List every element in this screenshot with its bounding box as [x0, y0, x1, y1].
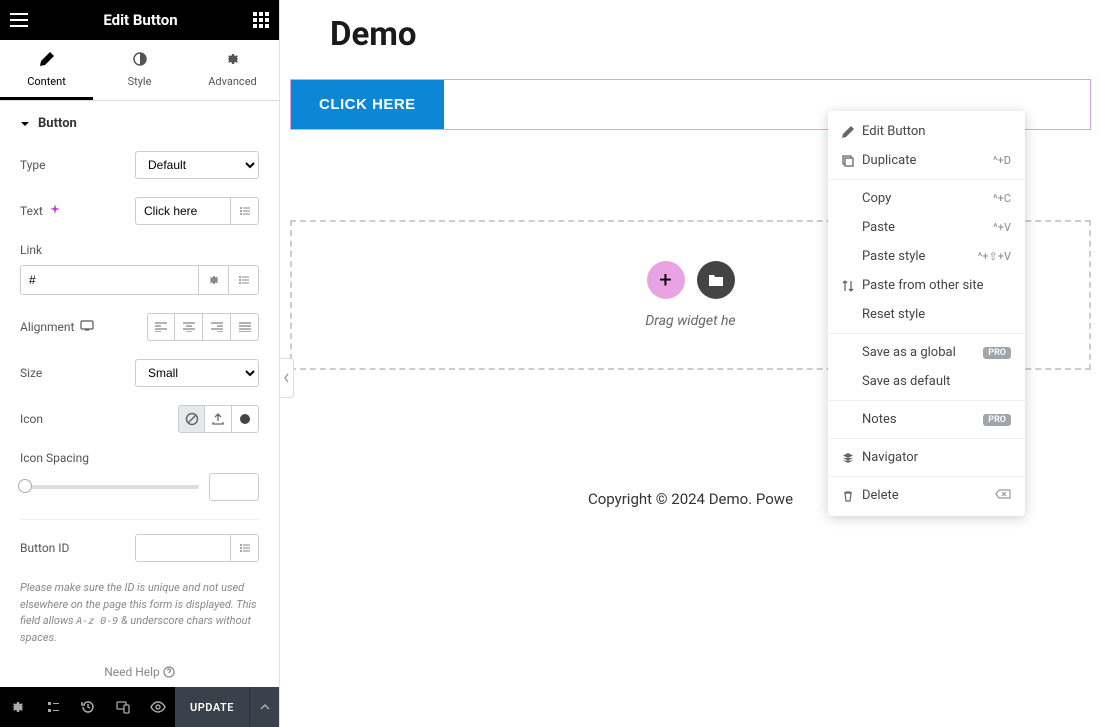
control-button-id: Button ID — [20, 534, 259, 562]
type-select[interactable]: Default — [135, 151, 259, 179]
icon-spacing-slider[interactable] — [20, 485, 199, 489]
collapse-sidebar-button[interactable] — [280, 358, 294, 398]
update-button[interactable]: UPDATE — [175, 687, 249, 727]
ctx-edit-button[interactable]: Edit Button — [828, 117, 1025, 146]
control-icon-spacing: Icon Spacing — [20, 451, 259, 501]
ctx-copy[interactable]: Copy ^+C — [828, 184, 1025, 213]
pro-badge: PRO — [983, 347, 1011, 359]
section-header-button[interactable]: Button — [20, 116, 259, 131]
ctx-paste-other[interactable]: Paste from other site — [828, 271, 1025, 300]
link-options-icon[interactable] — [199, 265, 229, 295]
align-center-button[interactable] — [175, 313, 203, 341]
link-label: Link — [20, 243, 259, 257]
template-library-button[interactable] — [697, 261, 735, 299]
layers-icon — [842, 452, 862, 464]
ctx-save-global[interactable]: Save as a global PRO — [828, 338, 1025, 367]
size-label: Size — [20, 366, 42, 380]
ctx-navigator[interactable]: Navigator — [828, 443, 1025, 472]
tab-content[interactable]: Content — [0, 40, 93, 100]
trash-icon — [842, 490, 862, 502]
align-justify-button[interactable] — [231, 313, 259, 341]
icon-library-button[interactable] — [232, 405, 259, 433]
control-alignment: Alignment — [20, 313, 259, 341]
type-label: Type — [20, 158, 46, 172]
ctx-paste-style[interactable]: Paste style ^+⇧+V — [828, 242, 1025, 271]
preview-icon[interactable] — [140, 701, 175, 713]
control-link: Link — [20, 243, 259, 295]
contrast-icon — [93, 52, 186, 70]
revisions-icon[interactable] — [35, 700, 70, 714]
icon-upload-button[interactable] — [205, 405, 232, 433]
add-widget-button[interactable]: + — [647, 261, 685, 299]
swap-icon — [842, 280, 862, 292]
icon-spacing-value[interactable] — [209, 473, 259, 501]
button-id-label: Button ID — [20, 541, 69, 555]
alignment-label: Alignment — [20, 320, 74, 334]
page-header: Demo — [280, 0, 1101, 79]
ctx-notes[interactable]: Notes PRO — [828, 405, 1025, 434]
widgets-grid-icon[interactable] — [253, 12, 269, 28]
ctx-save-default[interactable]: Save as default — [828, 367, 1025, 396]
icon-spacing-label: Icon Spacing — [20, 451, 259, 465]
size-select[interactable]: Small — [135, 359, 259, 387]
pro-badge: PRO — [983, 414, 1011, 426]
need-help-link[interactable]: Need Help — [0, 657, 279, 687]
bottom-bar: UPDATE — [0, 687, 279, 727]
ai-sparkle-icon[interactable] — [49, 204, 61, 219]
ctx-paste[interactable]: Paste ^+V — [828, 213, 1025, 242]
sidebar-header: Edit Button — [0, 0, 279, 40]
icon-none-button[interactable] — [178, 405, 205, 433]
editor-sidebar: Edit Button Content Style Advanced Butto… — [0, 0, 280, 727]
responsive-mode-icon[interactable] — [105, 700, 140, 714]
text-input[interactable] — [135, 197, 231, 225]
page-title: Demo — [330, 15, 1051, 54]
gear-icon — [186, 52, 279, 70]
tab-style[interactable]: Style — [93, 40, 186, 100]
duplicate-icon — [842, 155, 862, 167]
settings-icon[interactable] — [0, 700, 35, 714]
control-size: Size Small — [20, 359, 259, 387]
dynamic-tags-icon[interactable] — [231, 197, 259, 225]
align-right-button[interactable] — [203, 313, 231, 341]
history-icon[interactable] — [70, 700, 105, 714]
click-here-button[interactable]: CLICK HERE — [291, 80, 444, 129]
sidebar-title: Edit Button — [103, 11, 177, 29]
context-menu: Edit Button Duplicate ^+D Copy ^+C Paste… — [828, 111, 1025, 516]
hamburger-icon[interactable] — [10, 13, 28, 27]
icon-label: Icon — [20, 412, 43, 426]
button-id-input[interactable] — [135, 534, 231, 562]
align-left-button[interactable] — [147, 313, 175, 341]
control-icon: Icon — [20, 405, 259, 433]
drop-hint: Drag widget he — [645, 313, 735, 329]
delete-key-icon — [995, 489, 1011, 502]
text-label: Text — [20, 204, 61, 219]
control-type: Type Default — [20, 151, 259, 179]
panel-content: Button Type Default Text Link — [0, 101, 279, 657]
ctx-delete[interactable]: Delete — [828, 481, 1025, 510]
button-id-hint: Please make sure the ID is unique and no… — [20, 580, 259, 646]
ctx-duplicate[interactable]: Duplicate ^+D — [828, 146, 1025, 175]
tab-advanced[interactable]: Advanced — [186, 40, 279, 100]
responsive-icon[interactable] — [80, 320, 94, 334]
dynamic-tags-icon[interactable] — [231, 534, 259, 562]
pencil-icon — [842, 126, 862, 138]
pencil-icon — [0, 52, 93, 70]
panel-tabs: Content Style Advanced — [0, 40, 279, 101]
dynamic-tags-icon[interactable] — [229, 265, 259, 295]
save-options-button[interactable] — [249, 687, 279, 727]
ctx-reset-style[interactable]: Reset style — [828, 300, 1025, 329]
control-text: Text — [20, 197, 259, 225]
link-input[interactable] — [20, 265, 199, 295]
